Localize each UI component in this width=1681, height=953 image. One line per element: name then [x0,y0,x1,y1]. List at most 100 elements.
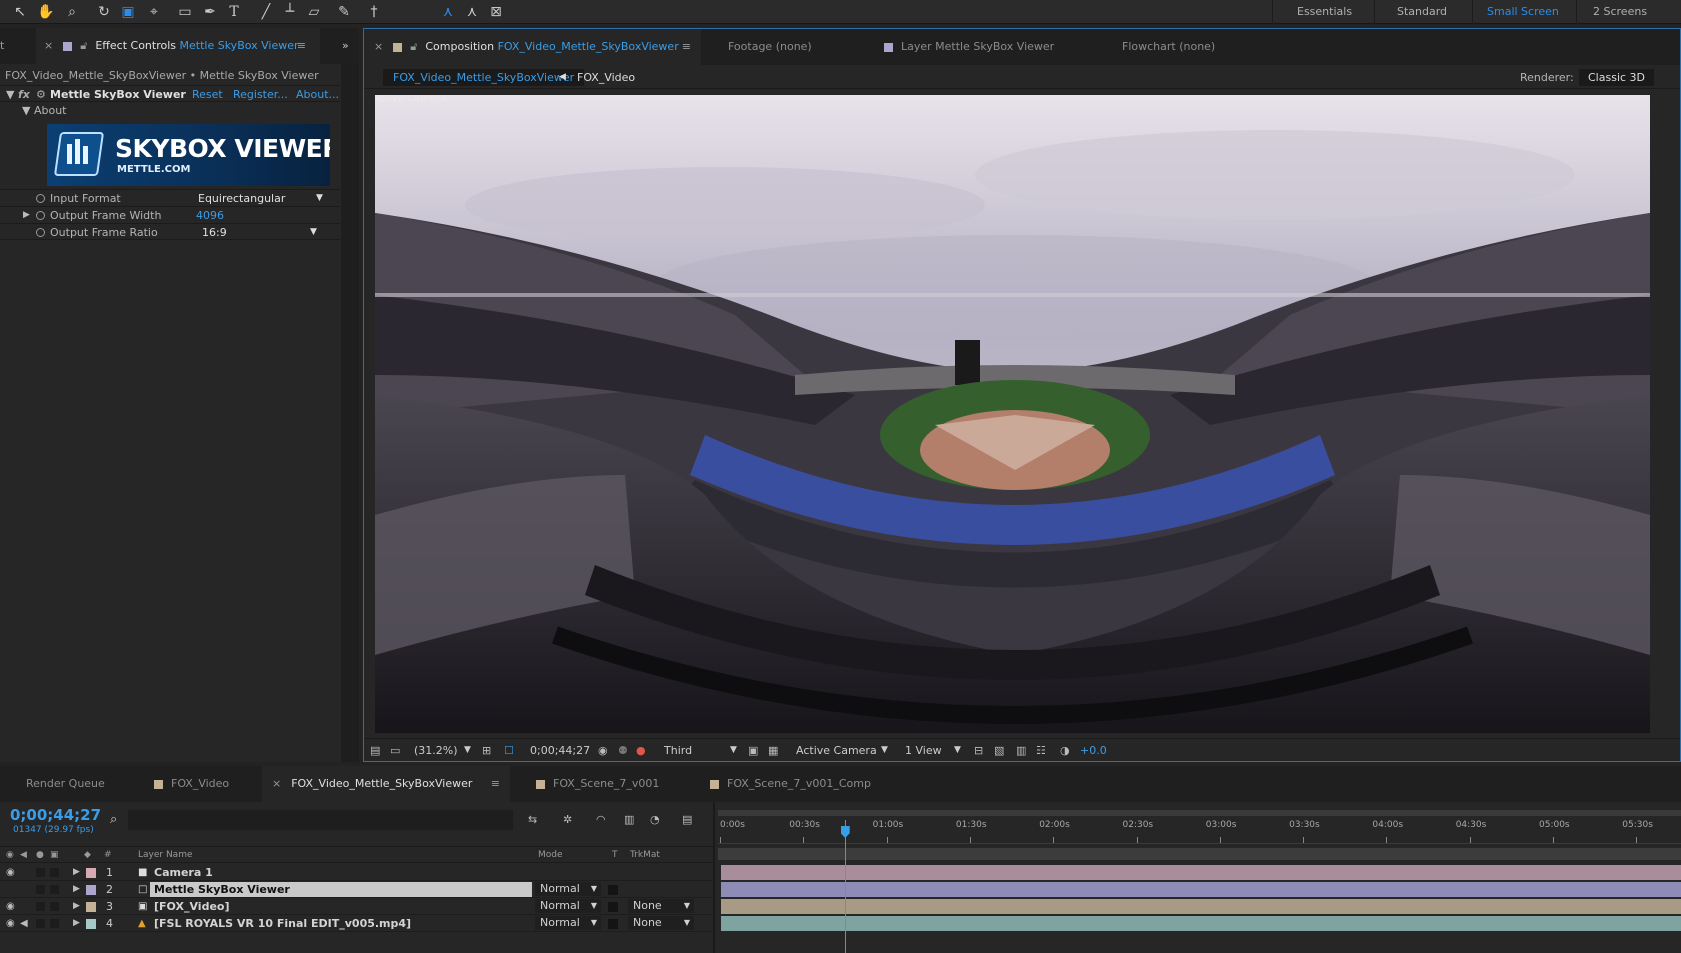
lock-icon[interactable]: 🔓︎ [410,40,417,53]
layer-row[interactable]: ◉ ▶ 3 ▣ [FOX_Video] Normal ▼ None ▼ [0,898,713,915]
tab-layer[interactable]: Layer Mettle SkyBox Viewer [884,29,1054,65]
eraser-tool-icon[interactable]: ▱ [304,2,324,22]
work-area-bar[interactable] [718,848,1681,860]
dropdown-arrow-icon[interactable]: ▼ [591,916,597,930]
panel-menu-icon[interactable]: ≡ [682,29,691,65]
layer-row[interactable]: ◉ ◀ ▶ 4 ▲ [FSL ROYALS VR 10 Final EDIT_v005.m… [0,915,713,932]
expand-triangle-icon[interactable]: ▶ [73,881,80,898]
timeline-icon[interactable]: ▥ [1016,739,1026,762]
preserve-transparency-toggle[interactable] [608,919,618,929]
lock-toggle[interactable] [50,919,59,928]
selection-tool-icon[interactable]: ↖ [10,2,30,22]
layer-row[interactable]: ◉ ▶ 1 ■ Camera 1 [0,864,713,881]
layer-duration-bar[interactable] [721,899,1681,914]
panel-overflow-icon[interactable]: » [342,28,349,64]
dropdown-arrow-icon[interactable]: ▼ [954,739,961,762]
layer-search-input[interactable] [128,810,513,830]
layer-duration-bar[interactable] [721,916,1681,931]
rectangle-tool-icon[interactable]: ▭ [175,2,195,22]
time-navigator[interactable] [718,810,1681,816]
output-ratio-dropdown[interactable]: 16:9 [202,224,227,241]
tab-effect-controls[interactable]: × 🔓︎ Effect Controls Mettle SkyBox Viewer … [36,28,320,64]
stopwatch-icon[interactable] [36,194,45,203]
tab-render-queue[interactable]: Render Queue [26,766,105,802]
track-matte-dropdown[interactable]: None ▼ [628,899,694,913]
camera-view-dropdown[interactable]: Active Camera [796,739,877,762]
dropdown-arrow-icon[interactable]: ▼ [464,739,471,762]
motion-blur-icon[interactable]: ◔ [650,813,660,826]
tab-footage[interactable]: Footage (none) [728,29,812,65]
graph-editor-icon[interactable]: ▤ [682,813,692,826]
blend-mode-dropdown[interactable]: Normal ▼ [535,916,601,930]
timeline-current-time[interactable]: 0;00;44;27 [10,806,101,824]
always-preview-icon[interactable]: ▤ [370,739,380,762]
layer-name[interactable]: Camera 1 [154,864,213,881]
close-tab-icon[interactable]: × [374,40,383,53]
toggle-pixel-aspect-icon[interactable]: ⊟ [974,739,983,762]
lock-toggle[interactable] [50,868,59,877]
solo-toggle[interactable] [36,885,45,894]
solo-toggle[interactable] [36,902,45,911]
shy-layers-icon[interactable]: ◠ [596,813,606,826]
expand-triangle-icon[interactable]: ▼ [6,86,14,103]
world-axis-icon[interactable]: ⋏ [462,2,482,22]
workspace-essentials[interactable]: Essentials [1272,0,1374,24]
blend-mode-dropdown[interactable]: Normal ▼ [535,899,601,913]
solo-toggle[interactable] [36,868,45,877]
dropdown-arrow-icon[interactable]: ▼ [881,739,888,762]
comp-breadcrumb-parent[interactable]: FOX_Video [577,69,635,86]
snapshot-icon[interactable]: ◉ [598,739,608,762]
stopwatch-icon[interactable] [36,211,45,220]
tab-partial[interactable]: t [0,28,4,64]
close-tab-icon[interactable]: × [272,777,281,790]
workspace-2-screens[interactable]: 2 Screens [1576,0,1681,24]
register-link[interactable]: Register... [233,86,288,103]
comp-breadcrumb-active[interactable]: FOX_Video_Mettle_SkyBoxViewer [383,69,585,86]
grid-overlay-icon[interactable]: ⊞ [482,739,491,762]
preserve-transparency-toggle[interactable] [608,902,618,912]
lock-toggle[interactable] [50,902,59,911]
preserve-transparency-toggle[interactable] [608,885,618,895]
stopwatch-icon[interactable] [36,228,45,237]
reset-exposure-icon[interactable]: ◑ [1060,739,1070,762]
fx-toggle[interactable]: fx [18,86,30,103]
lock-icon[interactable]: 🔓︎ [80,39,87,52]
draft-3d-icon[interactable]: ✲ [563,813,572,826]
clone-stamp-tool-icon[interactable]: ┴ [280,2,300,22]
close-tab-icon[interactable]: × [44,39,53,52]
lock-toggle[interactable] [50,885,59,894]
tab-fox-video[interactable]: FOX_Video [154,766,229,802]
tab-fox-scene-7-comp[interactable]: FOX_Scene_7_v001_Comp [710,766,871,802]
transparency-grid-icon[interactable]: ▦ [768,739,778,762]
region-of-interest-icon[interactable]: ▣ [748,739,758,762]
layer-name[interactable]: Mettle SkyBox Viewer [154,881,290,898]
playhead[interactable] [844,820,846,953]
visibility-toggle-icon[interactable]: ◉ [6,915,15,932]
comp-mini-flowchart-icon[interactable]: ⇆ [528,813,537,826]
dropdown-arrow-icon[interactable]: ▼ [684,899,690,913]
fast-previews-icon[interactable]: ▧ [994,739,1004,762]
type-tool-icon[interactable]: T [224,2,244,22]
rotate-tool-icon[interactable]: ↻ [94,2,114,22]
solo-toggle[interactable] [36,919,45,928]
expand-triangle-icon[interactable]: ▶ [23,207,30,224]
layer-name[interactable]: [FOX_Video] [154,898,230,915]
magnification-dropdown[interactable]: (31.2%) [414,739,458,762]
frame-blending-icon[interactable]: ▥ [624,813,634,826]
reset-link[interactable]: Reset [192,86,223,103]
expand-triangle-icon[interactable]: ▼ [22,104,30,117]
view-axis-icon[interactable]: ⊠ [486,2,506,22]
exposure-value[interactable]: +0.0 [1080,739,1107,762]
label-color-swatch[interactable] [86,885,96,895]
puppet-pin-tool-icon[interactable]: † [364,2,384,22]
blend-mode-dropdown[interactable]: Normal ▼ [535,882,601,896]
label-color-swatch[interactable] [86,868,96,878]
search-icon[interactable]: ⌕ [110,812,117,827]
visibility-toggle-icon[interactable]: ◉ [6,898,15,915]
resolution-dropdown[interactable]: Third [664,739,692,762]
camera-tool-icon[interactable]: ▣ [118,2,138,22]
tab-fox-video-mettle[interactable]: × FOX_Video_Mettle_SkyBoxViewer ≡ [262,766,510,802]
panel-menu-icon[interactable]: ≡ [491,766,500,802]
tab-fox-scene-7[interactable]: FOX_Scene_7_v001 [536,766,659,802]
roto-brush-tool-icon[interactable]: ✎ [334,2,354,22]
